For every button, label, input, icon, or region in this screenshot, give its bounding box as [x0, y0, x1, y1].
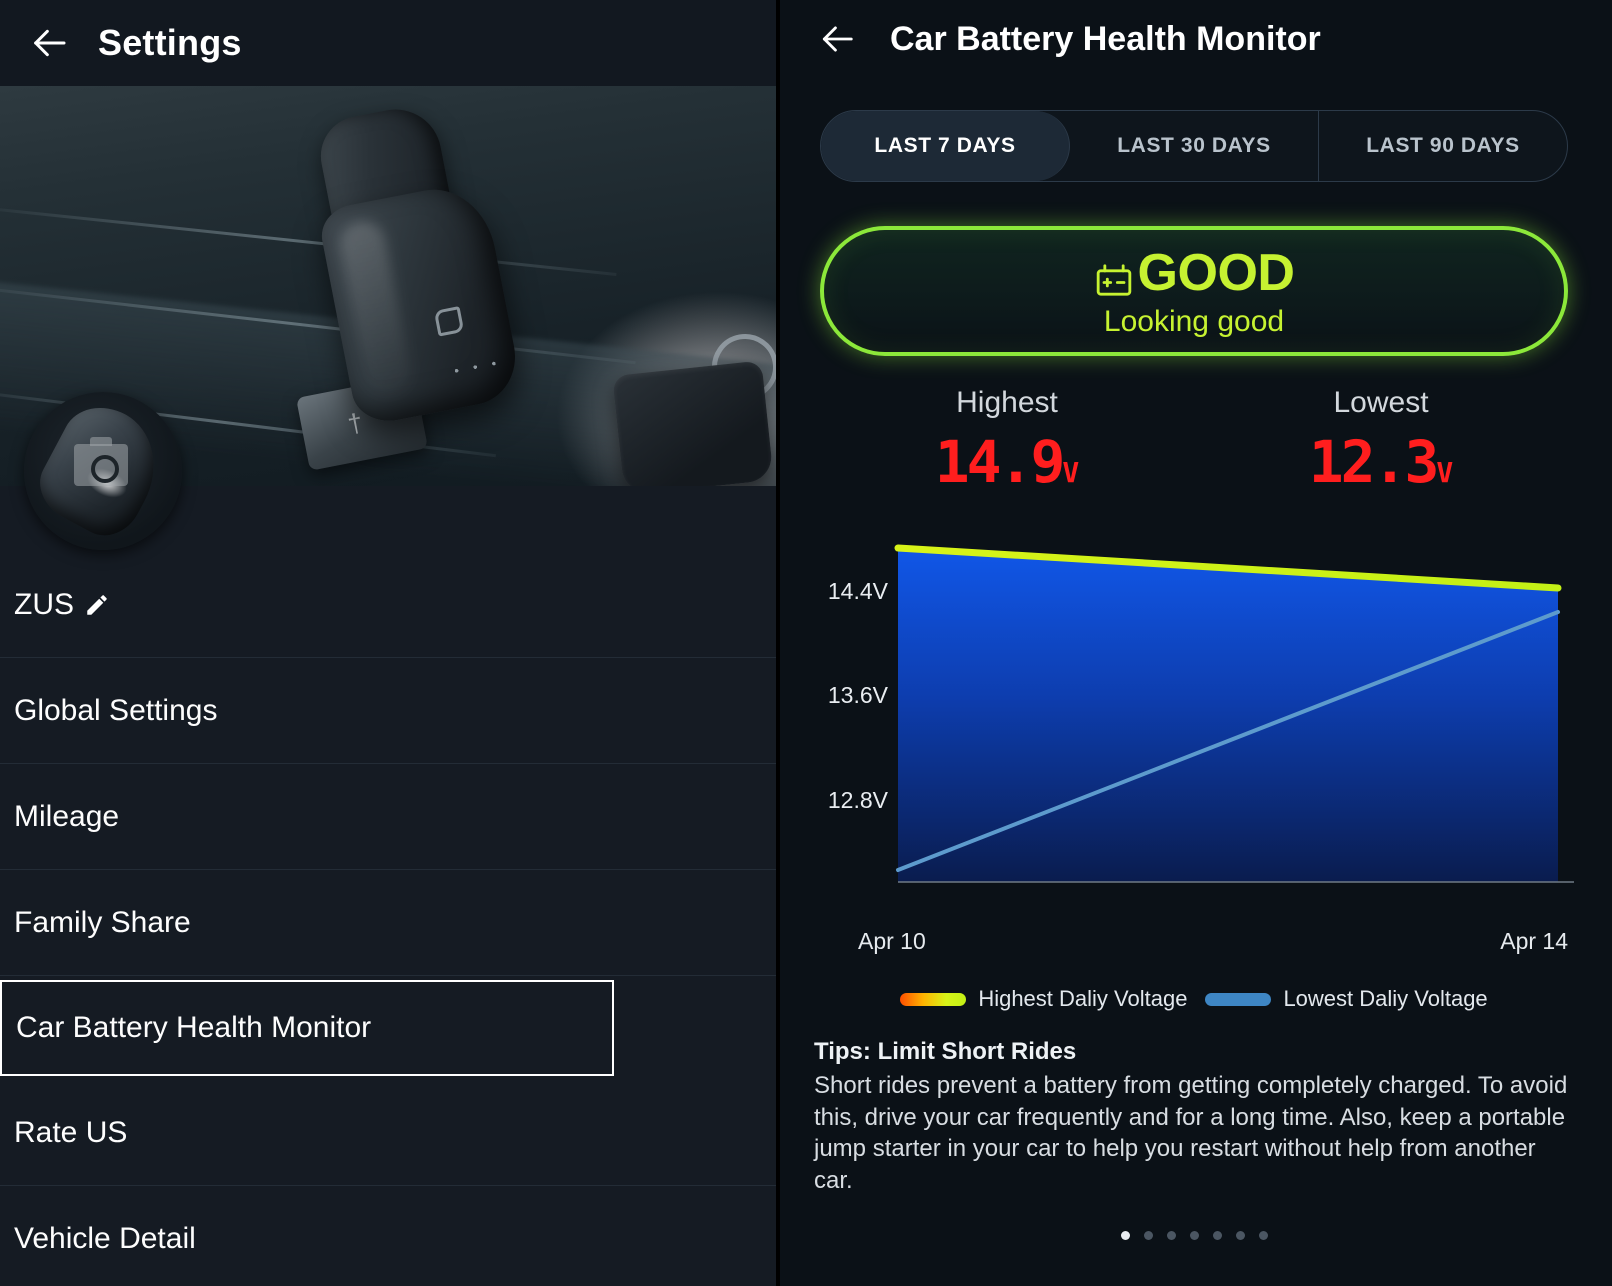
- pagination-dot[interactable]: [1235, 1231, 1245, 1240]
- status-headline: GOOD: [1137, 244, 1295, 302]
- menu-item-label: Global Settings: [14, 693, 218, 727]
- battery-monitor-panel: Car Battery Health Monitor LAST 7 DAYS L…: [780, 0, 1608, 1286]
- sidebar-item-car-battery-health-monitor[interactable]: Car Battery Health Monitor: [0, 980, 614, 1076]
- tab-last-90-days[interactable]: LAST 90 DAYS: [1319, 111, 1567, 181]
- pagination-dot[interactable]: [1166, 1231, 1176, 1240]
- back-arrow-glyph: [822, 26, 853, 52]
- key-fob: [612, 360, 774, 486]
- y-tick-label-1: 13.6V: [828, 682, 889, 708]
- settings-topbar: Settings: [0, 0, 776, 86]
- stat-highest-value: 14.9: [934, 428, 1066, 496]
- sidebar-item-global-settings[interactable]: Global Settings: [0, 658, 776, 764]
- back-arrow-glyph: [34, 29, 66, 57]
- legend-item-highest: Highest Daliy Voltage: [900, 986, 1187, 1012]
- pagination-dot[interactable]: [1258, 1231, 1268, 1240]
- legend-swatch-lowest: [1205, 992, 1272, 1006]
- pagination-dot[interactable]: [1143, 1231, 1153, 1240]
- y-tick-label-2: 12.8V: [828, 787, 889, 813]
- tab-last-30-days[interactable]: LAST 30 DAYS: [1070, 111, 1319, 181]
- profile-name-text: ZUS: [14, 587, 74, 621]
- voltage-chart-svg: 14.4V 13.6V 12.8V: [828, 544, 1574, 883]
- sidebar-item-rate-us[interactable]: Rate US: [0, 1080, 776, 1186]
- profile-name-label: ZUS: [14, 588, 110, 622]
- avatar[interactable]: [24, 392, 182, 550]
- menu-item-label: Rate US: [14, 1115, 128, 1149]
- stat-highest-value-row: 14.9V: [820, 428, 1194, 496]
- status-subtext: Looking good: [1103, 305, 1285, 338]
- settings-panel: Settings † ZUS Global Settings Mileage F…: [0, 0, 780, 1286]
- voltage-chart: 14.4V 13.6V 12.8V: [814, 522, 1574, 922]
- back-arrow-icon[interactable]: [22, 16, 76, 70]
- stat-lowest-value-row: 12.3V: [1194, 428, 1568, 496]
- pencil-glyph: [87, 594, 107, 615]
- pagination-dot[interactable]: [1120, 1231, 1130, 1240]
- legend-item-lowest: Lowest Daliy Voltage: [1205, 986, 1488, 1012]
- sidebar-item-mileage[interactable]: Mileage: [0, 764, 776, 870]
- menu-item-label: Mileage: [14, 799, 120, 833]
- pagination-dot[interactable]: [1189, 1231, 1199, 1240]
- page-title: Settings: [98, 22, 242, 63]
- sidebar-item-vehicle-detail[interactable]: Vehicle Detail: [0, 1186, 776, 1286]
- back-arrow-icon[interactable]: [810, 12, 864, 66]
- stat-lowest-unit: V: [1436, 456, 1454, 489]
- stat-highest: Highest 14.9V: [820, 386, 1194, 496]
- legend-swatch-highest: [900, 992, 967, 1006]
- menu-item-profile-name[interactable]: ZUS: [0, 552, 776, 658]
- settings-menu: ZUS Global Settings Mileage Family Share: [0, 552, 776, 1286]
- stat-lowest-label: Lowest: [1333, 386, 1429, 419]
- voltage-stats: Highest 14.9V Lowest 12.3V: [820, 386, 1568, 496]
- pencil-icon[interactable]: [84, 592, 110, 618]
- app-root: Settings † ZUS Global Settings Mileage F…: [0, 0, 1612, 1286]
- legend-label-highest: Highest Daliy Voltage: [978, 986, 1188, 1011]
- x-tick-label-end: Apr 14: [1500, 928, 1568, 954]
- legend-label-lowest: Lowest Daliy Voltage: [1283, 986, 1488, 1011]
- stat-highest-unit: V: [1062, 456, 1080, 489]
- pagination-dot[interactable]: [1212, 1231, 1222, 1240]
- menu-item-label: Vehicle Detail: [14, 1221, 196, 1255]
- chart-x-tick-labels: Apr 10 Apr 14: [814, 928, 1574, 960]
- x-tick-label-start: Apr 10: [858, 928, 926, 954]
- menu-item-label: Family Share: [14, 905, 191, 939]
- status-headline-row: GOOD: [1094, 243, 1295, 303]
- tips-title: Tips: Limit Short Rides: [814, 1038, 1077, 1065]
- y-tick-label-0: 14.4V: [828, 578, 889, 604]
- tips-body: Short rides prevent a battery from getti…: [814, 1072, 1568, 1195]
- monitor-title: Car Battery Health Monitor: [890, 19, 1321, 58]
- battery-glyph: [1096, 264, 1131, 296]
- status-badge: GOOD Looking good: [820, 226, 1568, 356]
- menu-item-label: Car Battery Health Monitor: [16, 1011, 372, 1044]
- sidebar-item-family-share[interactable]: Family Share: [0, 870, 776, 976]
- camera-icon[interactable]: [74, 437, 128, 486]
- stat-lowest-value: 12.3: [1308, 428, 1440, 496]
- battery-icon: [1094, 253, 1134, 296]
- tab-last-7-days[interactable]: LAST 7 DAYS: [821, 111, 1070, 181]
- pagination-dots: [780, 1231, 1608, 1240]
- time-range-tabs: LAST 7 DAYS LAST 30 DAYS LAST 90 DAYS: [820, 110, 1568, 182]
- tips-section: Tips: Limit Short Rides Short rides prev…: [814, 1038, 1574, 1197]
- monitor-topbar: Car Battery Health Monitor: [780, 0, 1608, 78]
- stat-lowest: Lowest 12.3V: [1194, 386, 1568, 496]
- stat-highest-label: Highest: [956, 386, 1058, 419]
- chart-legend: Highest Daliy Voltage Lowest Daliy Volta…: [780, 986, 1608, 1012]
